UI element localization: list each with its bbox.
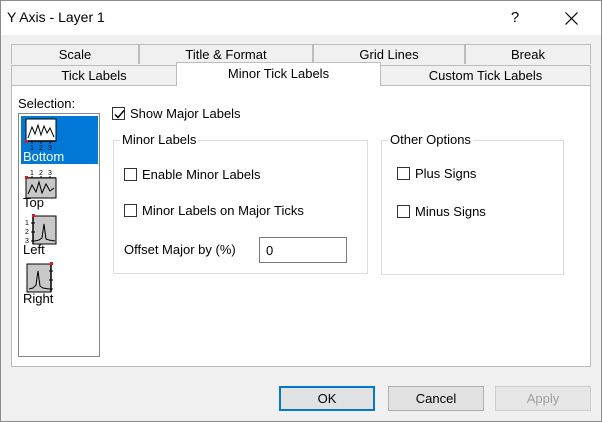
ok-button[interactable]: OK (279, 386, 375, 411)
minus-signs-checkbox[interactable] (397, 205, 410, 218)
selection-item-top[interactable]: 1 2 3 Top (21, 166, 98, 210)
close-icon (565, 12, 578, 25)
plus-signs-checkbox[interactable] (397, 167, 410, 180)
enable-minor-labels-row[interactable]: Enable Minor Labels (124, 167, 261, 185)
tab-scale[interactable]: Scale (11, 44, 139, 64)
y-axis-dialog: Y Axis - Layer 1 ? Scale Title & Format … (0, 0, 602, 422)
selection-item-bottom[interactable]: 1 2 3 Bottom (21, 116, 98, 164)
enable-minor-labels-checkbox[interactable] (124, 168, 137, 181)
tab-minor-tick-labels[interactable]: Minor Tick Labels (176, 62, 381, 86)
close-button[interactable] (549, 5, 593, 31)
enable-minor-labels-label: Enable Minor Labels (142, 167, 261, 182)
tab-title-format[interactable]: Title & Format (139, 44, 313, 64)
tab-panel: Selection: 1 2 3 Bottom 1 2 3 Top 1 2 3 … (11, 85, 591, 367)
show-major-labels-row[interactable]: Show Major Labels (112, 106, 241, 124)
selection-item-label: Left (23, 242, 45, 257)
apply-button[interactable]: Apply (495, 386, 591, 411)
tick-digit: 1 (30, 170, 34, 177)
tick-digit: 1 (25, 220, 29, 227)
minor-labels-group-title: Minor Labels (120, 132, 199, 147)
plus-signs-label: Plus Signs (415, 166, 477, 181)
tick-digit: 3 (48, 170, 52, 177)
selection-item-label: Bottom (23, 149, 65, 164)
minus-signs-label: Minus Signs (415, 204, 486, 219)
selection-label: Selection: (18, 96, 76, 111)
tab-custom-tick-labels[interactable]: Custom Tick Labels (380, 65, 591, 85)
tab-grid-lines[interactable]: Grid Lines (313, 44, 465, 64)
check-icon (114, 110, 125, 119)
selection-item-right[interactable]: Right (21, 260, 98, 310)
selection-item-label: Right (23, 291, 54, 306)
tab-break[interactable]: Break (465, 44, 591, 64)
cancel-button[interactable]: Cancel (388, 386, 484, 411)
tab-tick-labels[interactable]: Tick Labels (11, 65, 177, 85)
offset-major-label: Offset Major by (%) (124, 242, 236, 257)
other-options-group-title: Other Options (388, 132, 473, 147)
minor-labels-on-major-ticks-checkbox[interactable] (124, 204, 137, 217)
help-button[interactable]: ? (497, 5, 533, 31)
show-major-labels-label: Show Major Labels (130, 106, 241, 121)
minor-labels-on-major-ticks-row[interactable]: Minor Labels on Major Ticks (124, 203, 304, 221)
offset-major-input[interactable] (259, 237, 347, 263)
minus-signs-row[interactable]: Minus Signs (397, 204, 486, 222)
minor-labels-on-major-ticks-label: Minor Labels on Major Ticks (142, 203, 304, 218)
selection-list[interactable]: 1 2 3 Bottom 1 2 3 Top 1 2 3 Left Right (18, 113, 100, 357)
show-major-labels-checkbox[interactable] (112, 107, 125, 120)
window-title: Y Axis - Layer 1 (7, 9, 105, 25)
axis-right-icon (26, 262, 53, 293)
selection-item-label: Top (23, 195, 44, 210)
tick-digit: 2 (39, 170, 43, 177)
title-bar[interactable]: Y Axis - Layer 1 ? (1, 1, 601, 35)
axis-bottom-icon: 1 2 3 (25, 118, 57, 150)
tick-digit: 2 (25, 229, 29, 236)
plus-signs-row[interactable]: Plus Signs (397, 166, 476, 184)
selection-item-left[interactable]: 1 2 3 Left (21, 212, 98, 258)
